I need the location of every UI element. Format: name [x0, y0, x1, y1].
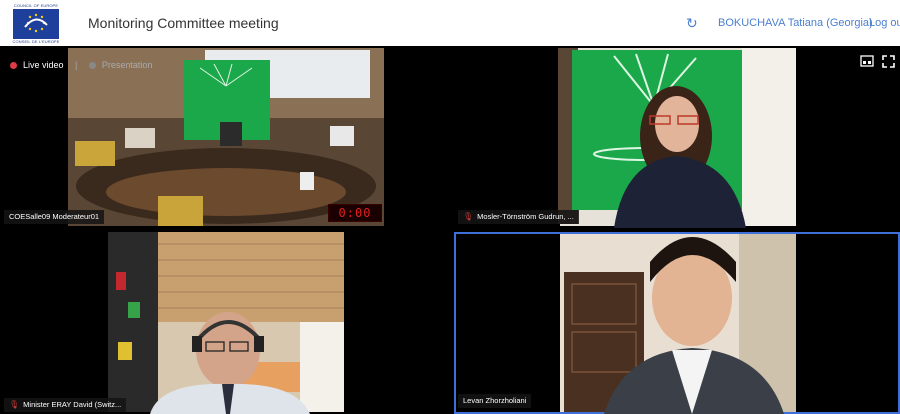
participant-name-tag: Levan Zhorzholiani: [458, 394, 532, 408]
page-title: Monitoring Committee meeting: [88, 15, 279, 31]
participant-name-tag: COESalle09 Moderateur01: [4, 210, 105, 224]
council-of-europe-logo: COUNCIL OF EUROPE CONSEIL DE L'EUROPE: [11, 4, 61, 44]
live-indicator-icon: [10, 62, 17, 70]
participant-name: COESalle09 Moderateur01: [9, 212, 100, 221]
eu-flag-icon: [13, 9, 59, 39]
presentation-label: Presentation: [101, 60, 153, 70]
mosler-video-feed: [558, 48, 796, 228]
logo-text-top: COUNCIL OF EUROPE: [13, 3, 59, 8]
video-tile-mosler[interactable]: 🎙 Mosler-Törnström Gudrun, ...: [454, 46, 900, 228]
logo-text-bottom: CONSEIL DE L'EUROPE: [12, 39, 60, 44]
live-presentation-toggle: Live video | Presentation: [10, 58, 152, 72]
participant-name-tag: 🎙 Mosler-Törnström Gudrun, ...: [458, 210, 579, 224]
participant-name: Levan Zhorzholiani: [463, 396, 527, 405]
live-video-option[interactable]: Live video: [10, 60, 66, 70]
presentation-indicator-icon: [88, 62, 96, 70]
refresh-icon[interactable]: ↻: [686, 15, 698, 31]
eray-video-feed: [108, 232, 344, 414]
user-name[interactable]: BOKUCHAVA Tatiana (Georgia): [718, 17, 873, 29]
video-tile-eray[interactable]: 🎙 Minister ERAY David (Switz...: [0, 232, 448, 414]
top-header: COUNCIL OF EUROPE CONSEIL DE L'EUROPE Mo…: [0, 0, 900, 46]
presentation-option[interactable]: Presentation: [88, 60, 153, 70]
video-tile-room[interactable]: Live video | Presentation 0:00 COESalle0…: [0, 46, 448, 228]
live-video-label: Live video: [23, 60, 64, 70]
zhorzholiani-video-feed: [560, 234, 796, 414]
toggle-separator: |: [75, 60, 78, 70]
room-video-feed: [68, 48, 384, 226]
muted-mic-icon: 🎙: [463, 212, 474, 221]
muted-mic-icon: 🎙: [9, 400, 20, 409]
video-tile-zhorzholiani[interactable]: Levan Zhorzholiani: [454, 232, 900, 414]
participant-name: Minister ERAY David (Switz...: [23, 400, 122, 409]
participant-name: Mosler-Törnström Gudrun, ...: [477, 212, 574, 221]
participant-name-tag: 🎙 Minister ERAY David (Switz...: [4, 398, 127, 412]
video-grid: Live video | Presentation 0:00 COESalle0…: [0, 46, 900, 414]
fullscreen-icon[interactable]: [882, 55, 895, 71]
grid-layout-icon[interactable]: [860, 55, 874, 70]
logout-link[interactable]: Log out: [869, 17, 900, 29]
room-timer: 0:00: [328, 204, 382, 222]
